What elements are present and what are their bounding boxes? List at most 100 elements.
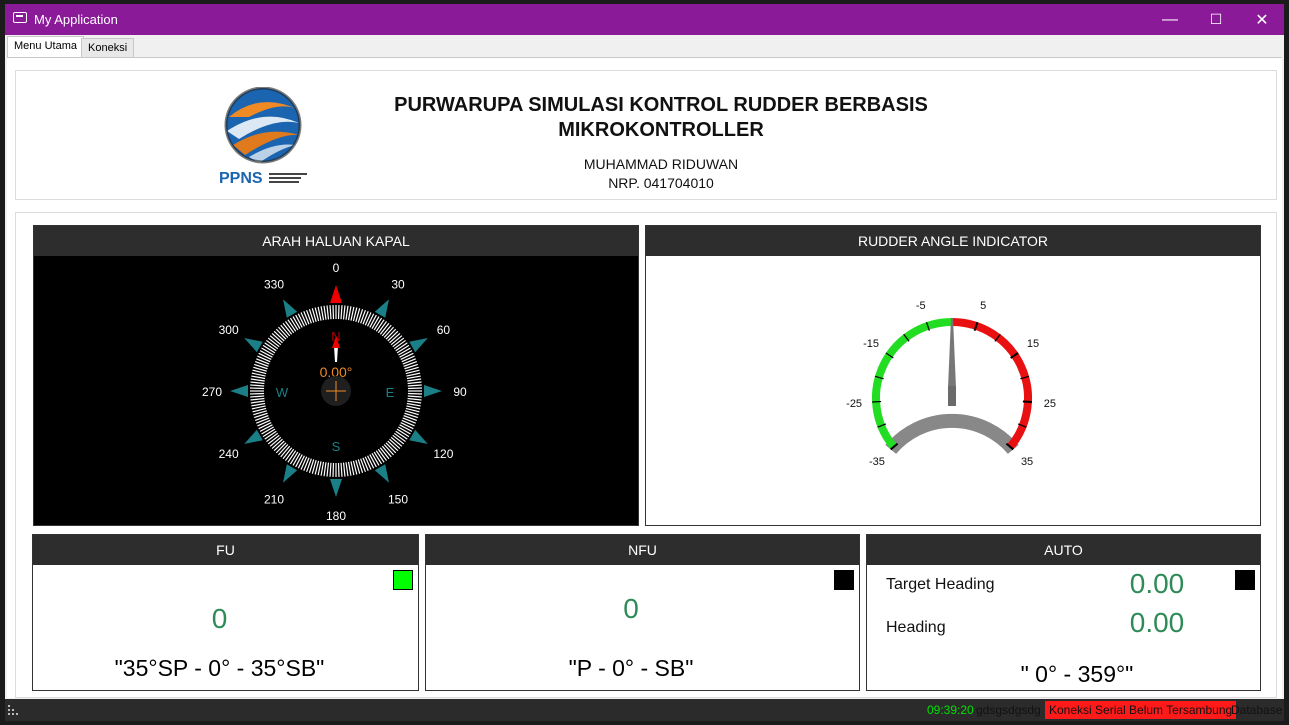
compass-degree-label: 300	[219, 323, 239, 337]
compass-pointer	[244, 338, 263, 353]
title-line-1: PURWARUPA SIMULASI KONTROL RUDDER BERBAS…	[394, 94, 928, 116]
compass-tick	[364, 456, 372, 470]
main-content: PPNS PURWARUPA SIMULASI KONTROL RUDDER B…	[7, 57, 1282, 698]
compass-tick	[250, 397, 265, 401]
compass-degree-label: 150	[388, 492, 408, 506]
fu-range: "35°SP - 0° - 35°SB"	[114, 655, 325, 681]
rudder-scale-label: -35	[869, 456, 885, 468]
compass-tick	[407, 378, 422, 382]
compass-tick	[340, 462, 343, 477]
compass-tick	[323, 462, 327, 477]
compass-tick	[407, 397, 422, 401]
compass-tick	[320, 461, 325, 476]
compass-degree-label: 240	[219, 447, 239, 461]
nfu-title: NFU	[426, 535, 859, 565]
compass-tick	[251, 402, 266, 407]
heading-value: 0.00	[1129, 607, 1185, 638]
status-time: 09:39:20	[927, 703, 974, 717]
window-title: My Application	[34, 12, 118, 27]
compass-tick	[326, 462, 330, 477]
nfu-range: "P - 0° - SB"	[568, 655, 694, 681]
compass-tick	[257, 355, 271, 363]
status-bar: 09:39:20 gdsgsdgsdg Koneksi Serial Belum…	[5, 699, 1284, 721]
compass-pointer	[283, 464, 298, 483]
compass-degree-label: 270	[202, 385, 222, 399]
rudder-needle-hub	[948, 386, 956, 406]
compass-pointer	[230, 385, 248, 397]
compass-tick	[250, 400, 265, 404]
minimize-icon: —	[1162, 10, 1178, 28]
rudder-scale-label: -5	[916, 300, 926, 312]
compass-tick	[407, 381, 422, 385]
compass-tick	[406, 375, 421, 380]
compass-pointer	[374, 299, 389, 318]
compass-tick	[250, 395, 265, 398]
close-button[interactable]: ✕	[1239, 4, 1284, 35]
fu-title: FU	[33, 535, 418, 565]
compass-tick	[297, 455, 305, 469]
compass-tick	[323, 305, 327, 320]
compass-tick	[257, 419, 271, 427]
header-panel: PPNS PURWARUPA SIMULASI KONTROL RUDDER B…	[15, 70, 1277, 200]
close-icon: ✕	[1255, 11, 1269, 29]
rudder-bezel	[885, 413, 1019, 455]
rudder-scale-label: 5	[980, 300, 986, 312]
compass-degree-label: 180	[326, 509, 346, 523]
compass-pointer	[424, 385, 442, 397]
database-status: Database	[1231, 703, 1283, 717]
maximize-button[interactable]: ☐	[1193, 4, 1239, 35]
compass-title: ARAH HALUAN KAPAL	[34, 226, 638, 256]
maximize-icon: ☐	[1209, 11, 1223, 27]
compass-tick	[297, 313, 305, 327]
compass-tick	[401, 419, 415, 427]
compass-panel: ARAH HALUAN KAPAL 0 30 60 90 120 150 180 210 240…	[33, 225, 639, 526]
compass-degree-label: 210	[264, 492, 284, 506]
compass-tick	[251, 372, 266, 377]
compass-tick	[406, 405, 421, 410]
compass-tick	[406, 372, 421, 377]
compass-tick	[347, 461, 352, 476]
compass-tick	[342, 305, 346, 320]
author-block: MUHAMMAD RIDUWAN NRP. 041704010	[466, 155, 856, 193]
nfu-indicator	[834, 570, 854, 590]
compass-tick	[250, 384, 265, 387]
cardinal-s: S	[332, 439, 341, 454]
compass-tick	[329, 305, 332, 320]
tab-strip: Menu Utama Koneksi	[5, 35, 1284, 57]
compass-tick	[345, 462, 349, 477]
title-bar[interactable]: My Application — ☐ ✕	[5, 4, 1284, 35]
cardinal-e: E	[386, 385, 395, 400]
tab-koneksi[interactable]: Koneksi	[81, 38, 135, 57]
compass-degree-label: 330	[264, 278, 284, 292]
compass-tick	[406, 402, 421, 407]
compass-tick	[407, 384, 422, 387]
auto-panel: AUTO Target Heading 0.00 Heading 0.00 " …	[866, 534, 1261, 691]
fu-indicator	[393, 570, 413, 590]
compass-tick	[300, 312, 308, 326]
minimize-button[interactable]: —	[1147, 4, 1193, 35]
compass-tick	[329, 462, 332, 477]
compass-tick	[350, 306, 355, 321]
compass-degree-label: 60	[437, 323, 451, 337]
compass-tick	[320, 306, 325, 321]
rudder-scale-label: -15	[863, 338, 879, 350]
compass-tick	[258, 422, 272, 430]
compass-tick	[367, 313, 375, 327]
author-name: MUHAMMAD RIDUWAN	[583, 156, 739, 172]
compass-tick	[250, 381, 265, 385]
compass-tick	[250, 378, 265, 382]
resize-grip-icon[interactable]	[8, 705, 18, 715]
auto-title: AUTO	[867, 535, 1260, 565]
target-heading-label: Target Heading	[886, 576, 995, 593]
auto-range: " 0° - 359°"	[1020, 661, 1134, 687]
tab-menu-utama[interactable]: Menu Utama	[7, 36, 84, 57]
app-window: My Application — ☐ ✕ Menu Utama Koneksi …	[5, 4, 1284, 721]
cardinal-w: W	[276, 385, 289, 400]
compass-tick	[367, 455, 375, 469]
compass-tick	[364, 312, 372, 326]
page-title: PURWARUPA SIMULASI KONTROL RUDDER BERBAS…	[216, 93, 1106, 143]
compass-degree-label: 120	[433, 447, 453, 461]
rudder-title: RUDDER ANGLE INDICATOR	[646, 226, 1260, 256]
nfu-value: 0	[623, 593, 639, 624]
rudder-scale-label: 35	[1021, 456, 1033, 468]
